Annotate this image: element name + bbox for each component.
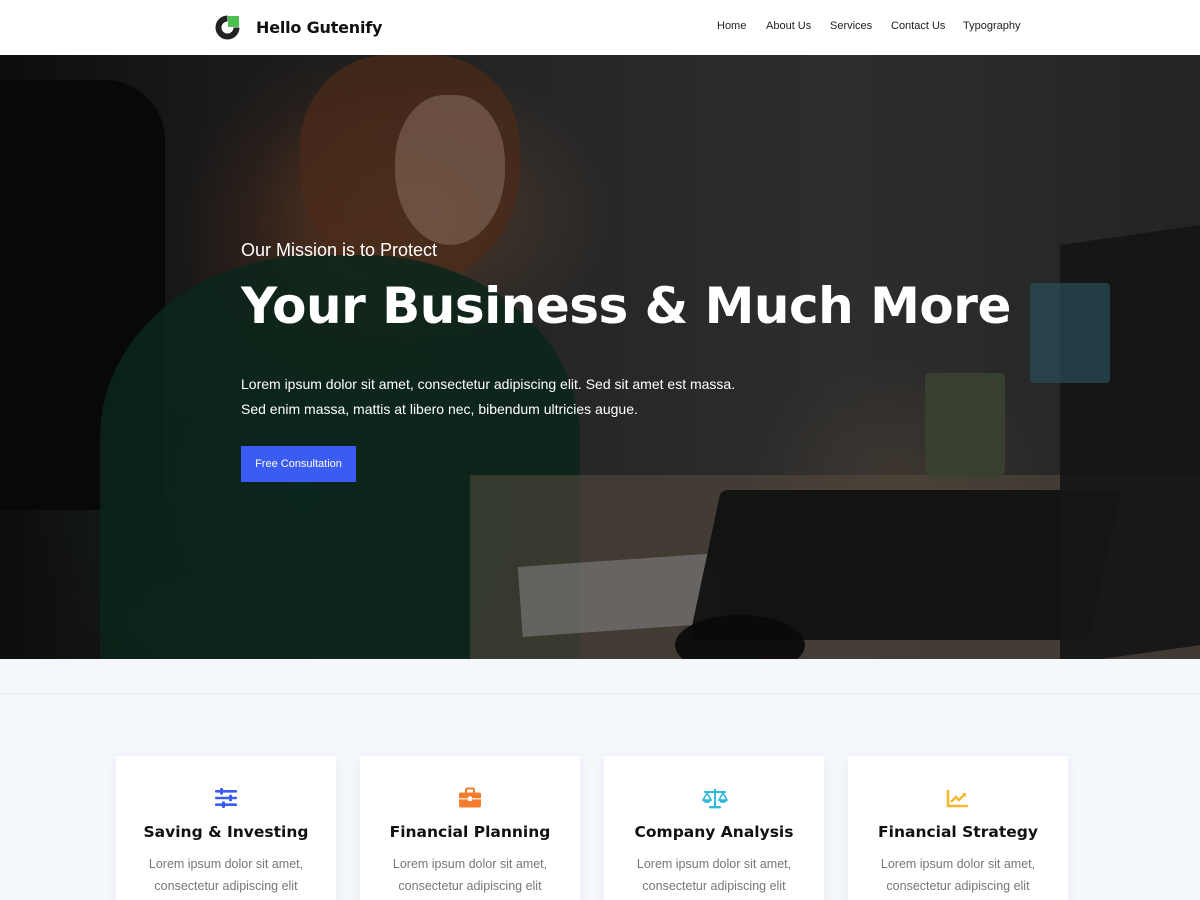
chart-line-icon (946, 787, 970, 809)
service-card-text-line: Lorem ipsum dolor sit amet, (880, 857, 1036, 871)
service-card-financial-strategy[interactable]: Financial Strategy Lorem ipsum dolor sit… (848, 756, 1068, 900)
site-header: Hello Gutenify Home About Us Services Co… (0, 0, 1200, 55)
service-card-text-line: consectetur adipiscing elit (154, 879, 298, 893)
service-card-text: Lorem ipsum dolor sit amet, consectetur … (858, 853, 1058, 897)
hero-title: Your Business & Much More (241, 277, 1011, 335)
service-card-text-line: Lorem ipsum dolor sit amet, (148, 857, 304, 871)
hero-description-line: Sed enim massa, mattis at libero nec, bi… (241, 401, 638, 417)
service-card-text-line: Lorem ipsum dolor sit amet, (392, 857, 548, 871)
service-card-title: Financial Strategy (878, 823, 1038, 841)
main-navigation: Home About Us Services Contact Us Typogr… (0, 20, 1200, 36)
service-card-title: Saving & Investing (143, 823, 309, 841)
nav-item-contact-us[interactable]: Contact Us (891, 20, 945, 32)
hero-overlay (0, 55, 1200, 659)
sliders-icon (214, 787, 238, 809)
service-card-text: Lorem ipsum dolor sit amet, consectetur … (126, 853, 326, 897)
nav-item-typography[interactable]: Typography (963, 20, 1020, 32)
service-card-company-analysis[interactable]: Company Analysis Lorem ipsum dolor sit a… (604, 756, 824, 900)
section-divider (0, 693, 1200, 694)
service-card-text: Lorem ipsum dolor sit amet, consectetur … (614, 853, 814, 897)
service-card-text-line: consectetur adipiscing elit (398, 879, 542, 893)
nav-item-home[interactable]: Home (717, 20, 746, 32)
scale-icon (701, 787, 729, 809)
service-card-text-line: consectetur adipiscing elit (886, 879, 1030, 893)
hero-section: Our Mission is to Protect Your Business … (0, 55, 1200, 659)
hero-description: Lorem ipsum dolor sit amet, consectetur … (241, 372, 801, 422)
briefcase-icon (458, 787, 482, 809)
service-card-financial-planning[interactable]: Financial Planning Lorem ipsum dolor sit… (360, 756, 580, 900)
service-card-text: Lorem ipsum dolor sit amet, consectetur … (370, 853, 570, 897)
service-card-title: Financial Planning (389, 823, 551, 841)
nav-item-about-us[interactable]: About Us (766, 20, 811, 32)
hero-description-line: Lorem ipsum dolor sit amet, consectetur … (241, 376, 736, 392)
service-card-text-line: Lorem ipsum dolor sit amet, (636, 857, 792, 871)
service-card-saving-investing[interactable]: Saving & Investing Lorem ipsum dolor sit… (116, 756, 336, 900)
service-card-title: Company Analysis (634, 823, 794, 841)
nav-item-services[interactable]: Services (830, 20, 872, 32)
free-consultation-button[interactable]: Free Consultation (241, 446, 356, 482)
hero-kicker: Our Mission is to Protect (241, 240, 438, 260)
services-section: Saving & Investing Lorem ipsum dolor sit… (0, 659, 1200, 900)
service-card-text-line: consectetur adipiscing elit (642, 879, 786, 893)
